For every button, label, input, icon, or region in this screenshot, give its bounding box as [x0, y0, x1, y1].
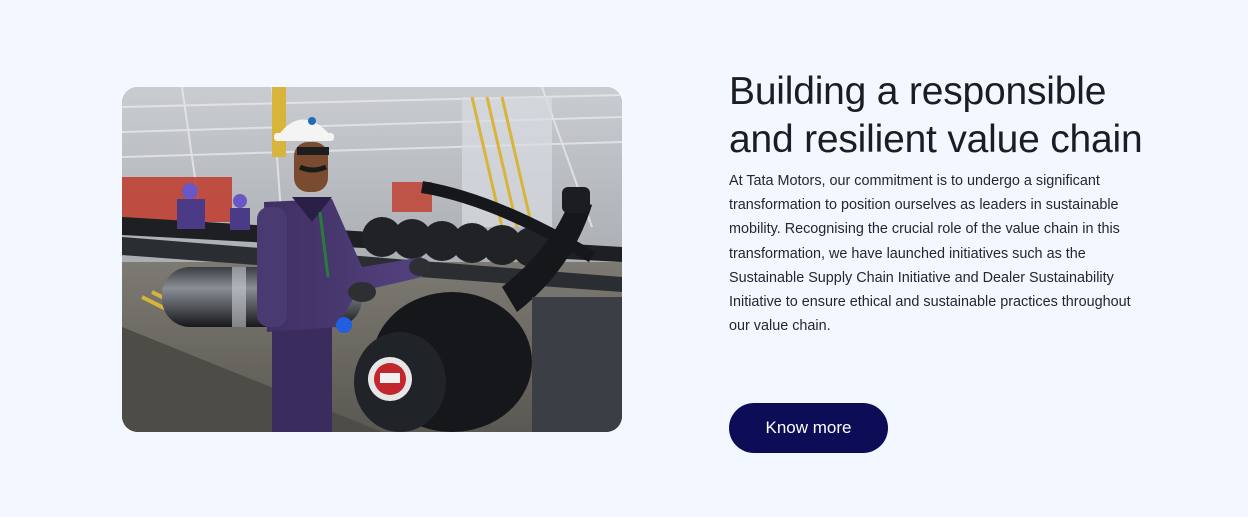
factory-worker-photo [122, 87, 622, 432]
value-chain-section: Building a responsible and resilient val… [0, 0, 1248, 517]
know-more-button[interactable]: Know more [729, 403, 888, 453]
section-title: Building a responsible and resilient val… [729, 70, 1143, 161]
section-description: At Tata Motors, our commitment is to und… [729, 173, 1131, 335]
text-content: Building a responsible and resilient val… [729, 68, 1149, 338]
